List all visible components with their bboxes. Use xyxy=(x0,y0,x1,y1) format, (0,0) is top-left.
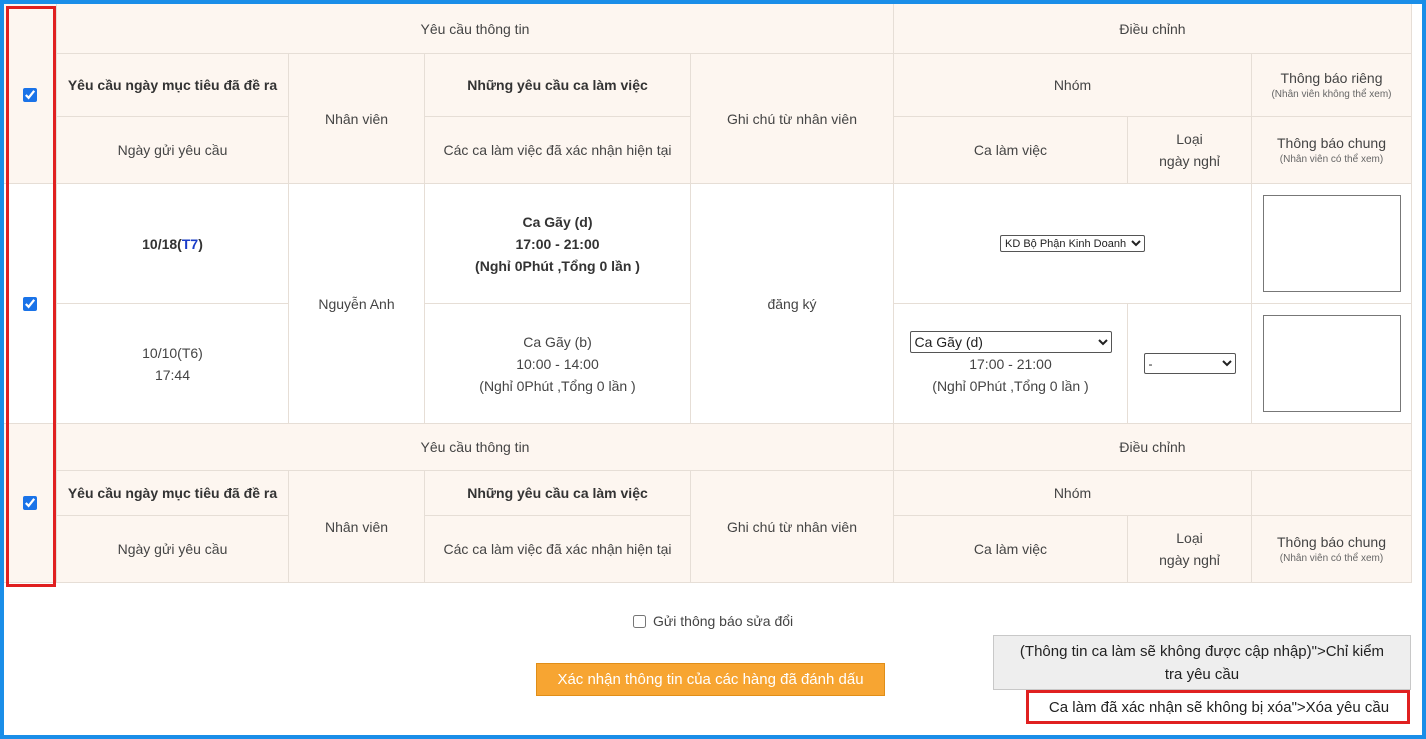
check-only-label-1: (Thông tin ca làm sẽ không được cập nhập… xyxy=(1019,642,1385,660)
confirm-marked-rows-button[interactable]: Xác nhận thông tin của các hàng đã đánh … xyxy=(536,663,885,696)
check-request-only-button[interactable]: (Thông tin ca làm sẽ không được cập nhập… xyxy=(993,635,1411,690)
leave-type-label-2: ngày nghỉ xyxy=(1159,153,1220,169)
public-notice-label: Thông báo chung xyxy=(1277,135,1386,151)
shift-requests-label: Những yêu cầu ca làm việc xyxy=(467,77,648,93)
public-notice-label-2: Thông báo chung xyxy=(1277,534,1386,550)
leave-type-select[interactable]: - xyxy=(1143,353,1236,374)
target-date-value: 10/18(T7) xyxy=(142,235,203,252)
request-info-title-2: Yêu cầu thông tin xyxy=(420,439,530,455)
public-notice-textarea[interactable] xyxy=(1263,315,1401,412)
leave-type-label-1: Loại xyxy=(1176,131,1203,147)
check-only-label-2: tra yêu cầu xyxy=(1164,665,1240,683)
confirmed-shifts-label-2: Các ca làm việc đã xác nhận hiện tại xyxy=(443,541,672,557)
employee-header: Nhân viên xyxy=(289,54,425,184)
group-label-2: Nhóm xyxy=(1053,485,1092,501)
send-notice-checkbox[interactable] xyxy=(633,614,646,628)
leave-type-header: Loại ngày nghỉ xyxy=(1128,117,1252,184)
shift-header: Ca làm việc xyxy=(894,117,1128,184)
public-notice-header-2: Thông báo chung (Nhân viên có thể xem) xyxy=(1252,516,1412,583)
employee-note-header: Ghi chú từ nhân viên xyxy=(691,54,894,184)
group-header: Nhóm xyxy=(894,54,1252,117)
send-date-value: 10/10(T6) xyxy=(142,344,203,361)
employee-note-header-2: Ghi chú từ nhân viên xyxy=(691,471,894,583)
shift-label-2: Ca làm việc xyxy=(973,541,1048,557)
shift-header-2: Ca làm việc xyxy=(894,516,1128,583)
employee-name: Nguyễn Anh xyxy=(318,295,395,312)
target-date-cell: 10/18(T7) xyxy=(57,184,289,304)
public-notice-sublabel-2: (Nhân viên có thể xem) xyxy=(1279,553,1384,564)
employee-note-value: đăng ký xyxy=(767,295,817,312)
requested-shift-break: (Nghỉ 0Phút ,Tổng 0 lần ) xyxy=(475,257,640,274)
group-cell: KD Bộ Phận Kinh Doanh xyxy=(894,184,1252,304)
target-date-header-2: Yêu cầu ngày mục tiêu đã đề ra xyxy=(57,471,289,516)
send-date-header: Ngày gửi yêu cầu xyxy=(57,117,289,184)
current-shift-cell: Ca Gãy (b) 10:00 - 14:00 (Nghỉ 0Phút ,Tổ… xyxy=(425,304,691,424)
requested-shift-cell: Ca Gãy (d) 17:00 - 21:00 (Nghỉ 0Phút ,Tổ… xyxy=(425,184,691,304)
current-shift-name: Ca Gãy (b) xyxy=(523,333,592,350)
group-header-2: Nhóm xyxy=(894,471,1252,516)
send-date-cell: 10/10(T6) 17:44 xyxy=(57,304,289,424)
adjust-shift-cell: Ca Gãy (d) 17:00 - 21:00 (Nghỉ 0Phút ,Tổ… xyxy=(894,304,1128,424)
target-date-label-2: Yêu cầu ngày mục tiêu đã đề ra xyxy=(67,485,278,501)
public-notice-sublabel: (Nhân viên có thể xem) xyxy=(1279,154,1384,165)
private-notice-label: Thông báo riêng xyxy=(1280,70,1383,86)
public-notice-header: Thông báo chung (Nhân viên có thể xem) xyxy=(1252,117,1412,184)
send-date-header-2: Ngày gửi yêu cầu xyxy=(57,516,289,583)
private-notice-header-2 xyxy=(1252,471,1412,516)
employee-note-label: Ghi chú từ nhân viên xyxy=(726,110,857,127)
target-date-label: Yêu cầu ngày mục tiêu đã đề ra xyxy=(67,77,278,93)
leave-type-label-2b: ngày nghỉ xyxy=(1159,552,1220,568)
current-shift-break: (Nghỉ 0Phút ,Tổng 0 lần ) xyxy=(479,377,636,394)
request-info-title: Yêu cầu thông tin xyxy=(420,20,530,37)
delete-button-highlight xyxy=(1026,690,1410,724)
shift-label: Ca làm việc xyxy=(973,142,1048,158)
shift-requests-header-2: Những yêu cầu ca làm việc xyxy=(425,471,691,516)
leave-type-label-2a: Loại xyxy=(1176,530,1203,546)
private-notice-header: Thông báo riêng (Nhân viên không thể xem… xyxy=(1252,54,1412,117)
request-info-header-2: Yêu cầu thông tin xyxy=(57,424,894,471)
leave-type-header-2: Loại ngày nghỉ xyxy=(1128,516,1252,583)
requested-shift-name: Ca Gãy (d) xyxy=(522,213,593,230)
adjust-shift-break: (Nghỉ 0Phút ,Tổng 0 lần ) xyxy=(932,377,1089,394)
group-label: Nhóm xyxy=(1053,77,1092,93)
employee-cell: Nguyễn Anh xyxy=(289,184,425,424)
shift-select[interactable]: Ca Gãy (d) xyxy=(909,330,1112,353)
employee-note-label-2: Ghi chú từ nhân viên xyxy=(726,518,857,535)
send-date-label-2: Ngày gửi yêu cầu xyxy=(117,541,228,557)
send-date-label: Ngày gửi yêu cầu xyxy=(117,142,228,158)
confirmed-shifts-label: Các ca làm việc đã xác nhận hiện tại xyxy=(443,142,672,158)
group-select[interactable]: KD Bộ Phận Kinh Doanh xyxy=(1000,235,1145,252)
adjustment-title: Điều chỉnh xyxy=(1119,20,1186,37)
employee-label-2: Nhân viên xyxy=(324,518,389,535)
adjustment-header-2: Điều chỉnh xyxy=(894,424,1412,471)
confirmed-shifts-header-2: Các ca làm việc đã xác nhận hiện tại xyxy=(425,516,691,583)
private-notice-textarea[interactable] xyxy=(1263,195,1401,292)
confirm-button-label: Xác nhận thông tin của các hàng đã đánh … xyxy=(557,671,864,688)
adjustment-title-2: Điều chỉnh xyxy=(1119,439,1186,455)
requested-shift-time: 17:00 - 21:00 xyxy=(515,235,600,252)
leave-type-cell: - xyxy=(1128,304,1252,424)
shift-requests-header: Những yêu cầu ca làm việc xyxy=(425,54,691,117)
checkbox-column-highlight xyxy=(6,6,56,587)
employee-header-2: Nhân viên xyxy=(289,471,425,583)
send-time-value: 17:44 xyxy=(154,366,191,383)
target-date-header: Yêu cầu ngày mục tiêu đã đề ra xyxy=(57,54,289,117)
current-shift-time: 10:00 - 14:00 xyxy=(516,355,599,372)
shift-requests-label-2: Những yêu cầu ca làm việc xyxy=(467,485,648,501)
send-notice-option[interactable]: Gửi thông báo sửa đổi xyxy=(633,613,793,629)
confirmed-shifts-header: Các ca làm việc đã xác nhận hiện tại xyxy=(425,117,691,184)
adjustment-header: Điều chỉnh xyxy=(894,4,1412,54)
employee-label: Nhân viên xyxy=(324,110,389,127)
request-info-header: Yêu cầu thông tin xyxy=(57,4,894,54)
private-notice-sublabel: (Nhân viên không thể xem) xyxy=(1271,89,1392,100)
adjust-shift-time: 17:00 - 21:00 xyxy=(969,355,1052,372)
send-notice-label: Gửi thông báo sửa đổi xyxy=(653,613,794,629)
employee-note-cell: đăng ký xyxy=(691,184,894,424)
